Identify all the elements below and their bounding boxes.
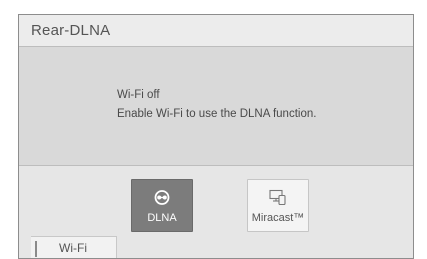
dlna-button[interactable]: DLNA (131, 179, 193, 232)
miracast-icon (269, 189, 286, 206)
miracast-button[interactable]: Miracast™ (247, 179, 309, 232)
wifi-off-message: Wi-Fi off Enable Wi-Fi to use the DLNA f… (117, 86, 316, 124)
page-title: Rear-DLNA (31, 22, 111, 39)
wifi-off-heading: Wi-Fi off (117, 89, 160, 101)
title-bar: Rear-DLNA (19, 15, 413, 47)
miracast-button-label: Miracast™ (251, 212, 305, 224)
rear-dlna-screen: Rear-DLNA Wi-Fi off Enable Wi-Fi to use … (18, 14, 414, 259)
dlna-button-label: DLNA (147, 212, 177, 224)
wifi-tab[interactable]: Wi-Fi (31, 236, 117, 258)
wifi-tab-label: Wi-Fi (59, 241, 87, 255)
wifi-tab-indicator (35, 241, 37, 257)
dlna-icon (154, 190, 170, 205)
wifi-off-instruction: Enable Wi-Fi to use the DLNA function. (117, 108, 317, 120)
